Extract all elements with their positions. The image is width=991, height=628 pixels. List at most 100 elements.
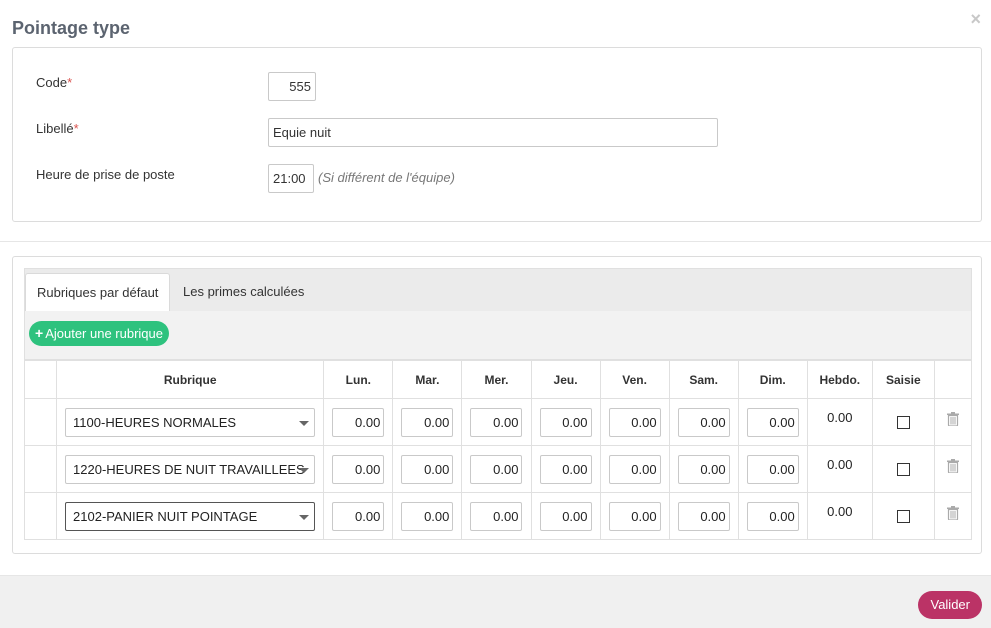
hebdo-cell: 0.00 bbox=[806, 398, 873, 446]
day-cell: 0.00 bbox=[323, 398, 394, 446]
day-cell: 0.00 bbox=[392, 398, 463, 446]
day-cell: 0.00 bbox=[323, 445, 394, 493]
lun-input[interactable]: 0.00 bbox=[332, 407, 385, 437]
valider-button[interactable]: Valider bbox=[918, 591, 982, 619]
ven-input[interactable]: 0.00 bbox=[608, 501, 661, 531]
row-handle[interactable] bbox=[23, 398, 58, 446]
tabs-bar: Rubriques par défaut Les primes calculée… bbox=[24, 268, 972, 312]
saisie-cell bbox=[871, 445, 935, 493]
mer-input[interactable]: 0.00 bbox=[470, 501, 523, 531]
row-handle[interactable] bbox=[23, 492, 58, 540]
day-cell: 0.00 bbox=[668, 492, 739, 540]
header-ven: Ven. bbox=[599, 360, 670, 399]
rubrique-cell: 1220-HEURES DE NUIT TRAVAILLEES bbox=[56, 445, 325, 493]
trash-icon[interactable] bbox=[946, 506, 959, 520]
trash-icon[interactable] bbox=[946, 412, 959, 426]
close-icon[interactable]: × bbox=[970, 10, 981, 28]
tab-rubriques-par-defaut[interactable]: Rubriques par défaut bbox=[25, 273, 171, 312]
delete-cell bbox=[933, 492, 973, 540]
hebdo-value: 0.00 bbox=[827, 503, 853, 519]
rubrique-cell: 2102-PANIER NUIT POINTAGE bbox=[56, 492, 325, 540]
header-rubrique: Rubrique bbox=[56, 360, 325, 399]
hebdo-value: 0.00 bbox=[827, 409, 853, 425]
ven-input[interactable]: 0.00 bbox=[608, 407, 661, 437]
header-mar: Mar. bbox=[392, 360, 463, 399]
day-cell: 0.00 bbox=[599, 445, 670, 493]
heure-hint: (Si différent de l'équipe) bbox=[318, 170, 455, 185]
header-mer: Mer. bbox=[461, 360, 532, 399]
jeu-input[interactable]: 0.00 bbox=[539, 407, 592, 437]
sam-input[interactable]: 0.00 bbox=[677, 454, 730, 484]
header-handle bbox=[23, 360, 58, 399]
header-lun: Lun. bbox=[323, 360, 394, 399]
day-cell: 0.00 bbox=[392, 492, 463, 540]
table-row: 1220-HEURES DE NUIT TRAVAILLEES 0.00 0.0… bbox=[23, 445, 973, 493]
chevron-down-icon bbox=[299, 514, 310, 520]
chevron-down-icon bbox=[299, 420, 310, 426]
modal-header: Pointage type × bbox=[0, 0, 991, 44]
mar-input[interactable]: 0.00 bbox=[401, 454, 454, 484]
add-rubrique-button[interactable]: + Ajouter une rubrique bbox=[29, 321, 169, 346]
sam-input[interactable]: 0.00 bbox=[677, 501, 730, 531]
delete-cell bbox=[933, 398, 973, 446]
hebdo-cell: 0.00 bbox=[806, 445, 873, 493]
header-jeu: Jeu. bbox=[530, 360, 601, 399]
saisie-checkbox[interactable] bbox=[896, 509, 910, 523]
rubrique-select[interactable]: 1220-HEURES DE NUIT TRAVAILLEES bbox=[65, 454, 316, 484]
day-cell: 0.00 bbox=[530, 398, 601, 446]
lun-input[interactable]: 0.00 bbox=[332, 501, 385, 531]
chevron-down-icon bbox=[299, 467, 310, 473]
ven-input[interactable]: 0.00 bbox=[608, 454, 661, 484]
hebdo-value: 0.00 bbox=[827, 456, 853, 472]
mer-input[interactable]: 0.00 bbox=[470, 407, 523, 437]
day-cell: 0.00 bbox=[530, 492, 601, 540]
heure-input[interactable]: 21:00 bbox=[268, 164, 314, 193]
sam-input[interactable]: 0.00 bbox=[677, 407, 730, 437]
rubrique-select-value: 1100-HEURES NORMALES bbox=[73, 414, 237, 430]
section-divider bbox=[0, 241, 991, 242]
dim-input[interactable]: 0.00 bbox=[746, 501, 799, 531]
day-cell: 0.00 bbox=[737, 492, 808, 540]
header-hebdo: Hebdo. bbox=[806, 360, 873, 399]
day-cell: 0.00 bbox=[461, 492, 532, 540]
header-dim: Dim. bbox=[737, 360, 808, 399]
trash-icon[interactable] bbox=[946, 459, 959, 473]
table-row: 2102-PANIER NUIT POINTAGE 0.00 0.00 0.00… bbox=[23, 492, 973, 540]
dim-input[interactable]: 0.00 bbox=[746, 407, 799, 437]
saisie-checkbox[interactable] bbox=[896, 415, 910, 429]
row-handle[interactable] bbox=[23, 445, 58, 493]
rubriques-table: Rubrique Lun. Mar. Mer. Jeu. Ven. Sam. D… bbox=[23, 360, 973, 540]
mer-input[interactable]: 0.00 bbox=[470, 454, 523, 484]
rubrique-select-value: 2102-PANIER NUIT POINTAGE bbox=[73, 508, 258, 524]
toolbar: + Ajouter une rubrique bbox=[24, 311, 972, 360]
modal-title: Pointage type bbox=[12, 18, 131, 38]
rubrique-select[interactable]: 2102-PANIER NUIT POINTAGE bbox=[65, 501, 316, 531]
dim-input[interactable]: 0.00 bbox=[746, 454, 799, 484]
hebdo-cell: 0.00 bbox=[806, 492, 873, 540]
day-cell: 0.00 bbox=[668, 445, 739, 493]
code-label: Code* bbox=[36, 75, 72, 90]
day-cell: 0.00 bbox=[737, 445, 808, 493]
jeu-input[interactable]: 0.00 bbox=[539, 454, 592, 484]
delete-cell bbox=[933, 445, 973, 493]
lun-input[interactable]: 0.00 bbox=[332, 454, 385, 484]
rubriques-panel: Rubriques par défaut Les primes calculée… bbox=[12, 256, 982, 554]
code-input[interactable]: 555 bbox=[268, 72, 316, 101]
mar-input[interactable]: 0.00 bbox=[401, 501, 454, 531]
jeu-input[interactable]: 0.00 bbox=[539, 501, 592, 531]
form-panel: Code* 555 Libellé* Equie nuit Heure de p… bbox=[12, 47, 982, 222]
tab-primes-calculees[interactable]: Les primes calculées bbox=[172, 273, 315, 312]
libelle-label-text: Libellé bbox=[36, 121, 74, 136]
libelle-label: Libellé* bbox=[36, 121, 79, 136]
libelle-input[interactable]: Equie nuit bbox=[268, 118, 718, 147]
rubrique-select[interactable]: 1100-HEURES NORMALES bbox=[65, 407, 316, 437]
header-sam: Sam. bbox=[668, 360, 739, 399]
mar-input[interactable]: 0.00 bbox=[401, 407, 454, 437]
saisie-cell bbox=[871, 398, 935, 446]
rubrique-cell: 1100-HEURES NORMALES bbox=[56, 398, 325, 446]
saisie-checkbox[interactable] bbox=[896, 462, 910, 476]
code-label-text: Code bbox=[36, 75, 68, 90]
modal-footer: Valider bbox=[0, 575, 991, 628]
table-row: 1100-HEURES NORMALES 0.00 0.00 0.00 0.00… bbox=[23, 398, 973, 446]
heure-label: Heure de prise de poste bbox=[36, 167, 175, 182]
